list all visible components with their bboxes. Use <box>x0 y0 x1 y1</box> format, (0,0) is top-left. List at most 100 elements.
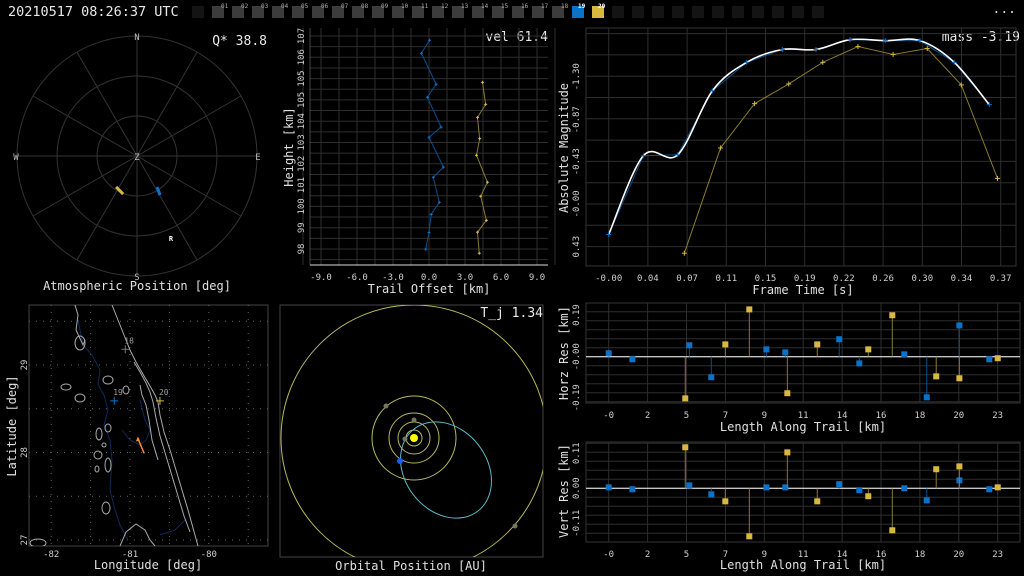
x-tick-label: 0.22 <box>833 274 855 284</box>
y-tick-label: 106 <box>297 49 307 65</box>
residual-marker <box>856 487 863 494</box>
x-tick-label: 2 <box>645 411 650 421</box>
residual-marker <box>722 341 729 348</box>
y-tick-label: 102 <box>297 156 307 172</box>
lake-outline <box>122 385 130 395</box>
y-tick-label: 0.00 <box>572 477 582 499</box>
x-tick-label: 16 <box>876 411 887 421</box>
x-tick-label: 23 <box>992 550 1003 560</box>
x-tick-label: 0.26 <box>872 274 894 284</box>
residual-marker <box>956 375 963 382</box>
series-line <box>420 39 445 250</box>
residual-marker <box>865 493 872 500</box>
y-tick-label: -0.00 <box>572 343 582 370</box>
x-tick-label: 0.34 <box>951 274 973 284</box>
plus-marker <box>478 137 482 141</box>
y-tick-label: 101 <box>297 177 307 193</box>
residual-marker <box>686 342 693 349</box>
q-star-annotation: Q* 38.8 <box>212 34 267 49</box>
lake-outline <box>101 442 107 448</box>
y-tick-label: 105 <box>297 92 307 108</box>
residual-marker <box>682 444 689 451</box>
azimuth-spoke <box>32 155 138 217</box>
residual-marker <box>986 356 993 363</box>
x-tick-label: 0.30 <box>911 274 933 284</box>
plus-marker <box>786 81 792 87</box>
residual-marker <box>956 463 963 470</box>
residual-marker <box>956 322 963 329</box>
x-tick-label: 7 <box>723 550 728 560</box>
plus-marker <box>424 247 428 251</box>
series-line <box>608 39 990 235</box>
lake-outline <box>101 501 111 515</box>
x-tick-label: 7 <box>723 411 728 421</box>
residual-marker <box>763 346 770 353</box>
vert-ylabel: Vert Res [km] <box>557 444 571 538</box>
plus-marker <box>475 153 479 157</box>
x-tick-label: 14 <box>837 550 848 560</box>
plus-marker <box>855 44 861 50</box>
x-tick-label: -0 <box>603 411 614 421</box>
y-tick-label: 29 <box>20 360 30 371</box>
ground-map-panel: Longitude [deg] Latitude [deg] -82 -81 -80… <box>5 304 269 572</box>
x-tick-label: 0.11 <box>715 274 737 284</box>
residual-marker <box>605 484 612 491</box>
residual-marker <box>933 466 940 473</box>
azimuth-spoke <box>136 155 242 217</box>
cardinal-label-e: E <box>255 153 260 163</box>
x-tick-label: 6.0 <box>493 273 509 283</box>
height-ylabel: Height [km] <box>282 107 296 186</box>
x-tick-label: 5 <box>684 550 689 560</box>
x-tick-label: 23 <box>992 411 1003 421</box>
x-tick-label: -82 <box>43 550 59 560</box>
river-line <box>121 399 151 446</box>
plus-marker <box>779 47 785 53</box>
residual-marker <box>784 390 791 397</box>
fit-curve <box>607 38 990 235</box>
plus-marker <box>820 59 826 65</box>
residual-marker <box>901 351 908 358</box>
x-tick-label: 18 <box>914 411 925 421</box>
lake-outline <box>95 427 103 441</box>
lake-outline <box>94 465 100 473</box>
magnitude-panel: mass -3.19 Frame Time [s] Absolute Magni… <box>557 27 1020 297</box>
residual-marker <box>923 497 930 504</box>
residual-marker <box>782 349 789 356</box>
magnitude-xlabel: Frame Time [s] <box>752 283 853 297</box>
planet-marker <box>383 403 389 409</box>
coastline <box>74 305 86 347</box>
map-grid <box>29 305 268 546</box>
y-tick-label: 0.43 <box>572 236 582 258</box>
lake-outline <box>104 457 112 473</box>
y-tick-label: 0.11 <box>572 442 582 464</box>
plus-marker <box>110 396 119 405</box>
plus-marker <box>477 251 481 255</box>
residual-marker <box>814 498 821 505</box>
y-tick-label: 100 <box>297 198 307 214</box>
x-tick-label: -80 <box>201 550 217 560</box>
plot-frame <box>585 27 1017 267</box>
azimuth-spoke <box>136 51 198 157</box>
x-tick-label: 0.04 <box>637 274 659 284</box>
lake-outline <box>74 393 86 403</box>
y-tick-label: 103 <box>297 134 307 150</box>
height-profile-panel: vel 61.4 Trail Offset [km] Height [km] -… <box>282 28 556 296</box>
y-tick-label: 0.19 <box>572 304 582 326</box>
y-tick-label: 98 <box>297 244 307 255</box>
x-tick-label: -0 <box>603 550 614 560</box>
cardinal-label-s: S <box>134 273 139 283</box>
planet-marker <box>411 417 417 423</box>
plus-marker <box>917 38 923 44</box>
orbit-title: Orbital Position [AU] <box>335 559 487 573</box>
residual-marker <box>994 484 1001 491</box>
atmospheric-position-panel: Q* 38.8 Atmospheric Position [deg] NSEW Z… <box>13 33 267 293</box>
plus-marker <box>847 37 853 43</box>
y-tick-label: -0.87 <box>572 106 582 133</box>
azimuth-spoke <box>76 51 138 157</box>
planet-marker <box>402 436 408 442</box>
x-tick-label: -81 <box>122 550 138 560</box>
y-tick-label: -0.00 <box>572 190 582 217</box>
magnitude-ylabel: Absolute Magnitude <box>557 83 571 213</box>
residual-marker <box>746 306 753 313</box>
sky-track <box>155 186 162 196</box>
